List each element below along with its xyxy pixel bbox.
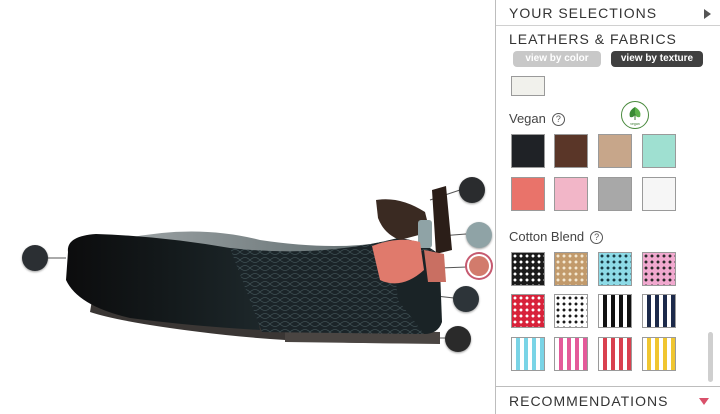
recommendations-header[interactable]: RECOMMENDATIONS (496, 386, 720, 414)
view-by-texture-button[interactable]: view by texture (611, 51, 703, 67)
svg-text:vegan: vegan (630, 122, 640, 126)
swatch-cotton[interactable] (642, 294, 676, 328)
leathers-fabrics-title: LEATHERS & FABRICS (509, 31, 677, 47)
swatch-vegan[interactable] (642, 134, 676, 168)
swatch-cotton[interactable] (598, 294, 632, 328)
shoe-preview (0, 0, 495, 414)
expand-down-icon (699, 398, 709, 405)
hotspot-heel-counter[interactable] (453, 286, 479, 312)
hotspot-bow-top[interactable] (459, 177, 485, 203)
swatch-cotton[interactable] (554, 337, 588, 371)
hotspot-bow-band[interactable] (466, 222, 492, 248)
swatch-cotton[interactable] (598, 252, 632, 286)
swatch-cotton[interactable] (554, 294, 588, 328)
swatch-vegan[interactable] (598, 134, 632, 168)
scrollbar-thumb[interactable] (708, 332, 713, 382)
vegan-group-label: Vegan? (509, 111, 565, 126)
shoe-image (48, 186, 468, 344)
your-selections-header[interactable]: YOUR SELECTIONS (496, 0, 720, 26)
help-icon[interactable]: ? (551, 113, 565, 126)
swatch-vegan[interactable] (598, 177, 632, 211)
hotspot-bow-lining[interactable] (469, 256, 489, 276)
leaf-icon: vegan (629, 107, 641, 126)
recommendations-label: RECOMMENDATIONS (509, 393, 669, 409)
vegan-label: Vegan (509, 111, 546, 126)
your-selections-label: YOUR SELECTIONS (509, 5, 658, 21)
swatch-cotton[interactable] (511, 294, 545, 328)
expand-right-icon (704, 9, 711, 19)
swatch-vegan[interactable] (511, 134, 545, 168)
cotton-label: Cotton Blend (509, 229, 585, 244)
swatch-vegan[interactable] (554, 134, 588, 168)
swatch-cotton[interactable] (642, 337, 676, 371)
swatch-cotton[interactable] (511, 252, 545, 286)
hotspot-sole[interactable] (445, 326, 471, 352)
swatch-cotton[interactable] (554, 252, 588, 286)
swatch-cotton[interactable] (642, 252, 676, 286)
swatch-vegan[interactable] (511, 177, 545, 211)
customization-panel: YOUR SELECTIONS LEATHERS & FABRICS view … (495, 0, 720, 414)
swatch-vegan[interactable] (642, 177, 676, 211)
swatch-list[interactable]: Vegan? vegan Cotton Blend? (496, 72, 720, 386)
swatch-cotton[interactable] (511, 337, 545, 371)
help-icon[interactable]: ? (590, 231, 604, 244)
swatch-vegan[interactable] (554, 177, 588, 211)
swatch-partial[interactable] (511, 76, 545, 96)
swatch-cotton[interactable] (598, 337, 632, 371)
vegan-badge-icon: vegan (621, 101, 649, 129)
view-by-color-button[interactable]: view by color (513, 51, 601, 67)
hotspot-toe[interactable] (22, 245, 48, 271)
cotton-group-label: Cotton Blend? (509, 229, 604, 244)
